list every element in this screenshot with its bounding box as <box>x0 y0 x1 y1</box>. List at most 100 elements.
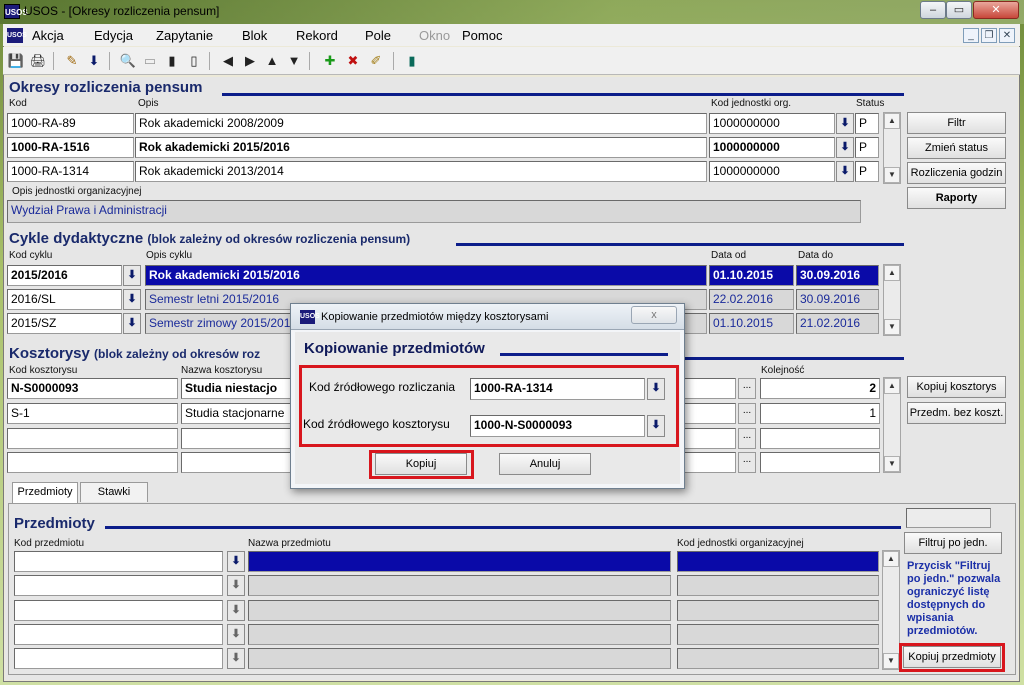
up-icon[interactable]: ▲ <box>263 52 281 70</box>
lov-arrow-icon[interactable]: ⬇ <box>123 289 141 310</box>
filtruj-po-jedn-button[interactable]: Filtruj po jedn. <box>904 532 1002 554</box>
source-rozliczenie-field[interactable]: 1000-RA-1314 <box>470 378 645 400</box>
kosztorys-kolejnosc-field[interactable] <box>760 428 880 449</box>
przedmioty-scrollbar[interactable]: ▲ ▼ <box>882 550 900 670</box>
okres-status-field[interactable]: P <box>855 113 879 134</box>
przedm-bez-koszt-button[interactable]: Przedm. bez koszt. <box>907 402 1006 424</box>
okres-kod-field[interactable]: 1000-RA-1314 <box>7 161 134 182</box>
exit-icon[interactable]: ▮ <box>403 52 421 70</box>
kosztorys-kod-field[interactable] <box>7 428 178 449</box>
okres-jednostka-field[interactable]: 1000000000 <box>709 137 835 158</box>
cykl-data-do-field[interactable]: 30.09.2016 <box>796 265 879 286</box>
okres-opis-field[interactable]: Rok akademicki 2015/2016 <box>135 137 707 158</box>
down-icon[interactable]: ▼ <box>285 52 303 70</box>
cykl-data-do-field[interactable]: 21.02.2016 <box>796 313 879 334</box>
scroll-down-icon[interactable]: ▼ <box>884 456 900 472</box>
dialog-close-button[interactable]: x <box>631 306 677 324</box>
next-record-icon[interactable]: ▶ <box>241 52 259 70</box>
okres-jednostka-field[interactable]: 1000000000 <box>709 161 835 182</box>
bars2-icon[interactable]: ▯ <box>185 52 203 70</box>
bars-icon[interactable]: ▮ <box>163 52 181 70</box>
scroll-down-icon[interactable]: ▼ <box>884 167 900 183</box>
okresy-scrollbar[interactable]: ▲ ▼ <box>883 112 901 184</box>
kosztorys-kod-field[interactable]: S-1 <box>7 403 178 424</box>
lov-arrow-icon[interactable]: ⬇ <box>227 624 245 645</box>
cykl-data-do-field[interactable]: 30.09.2016 <box>796 289 879 310</box>
kosztorys-kod-field[interactable] <box>7 452 178 473</box>
more-button[interactable]: ... <box>738 428 756 449</box>
przedmiot-jednostka-field[interactable] <box>677 600 879 621</box>
przedmiot-nazwa-field[interactable] <box>248 624 671 645</box>
more-button[interactable]: ... <box>738 403 756 424</box>
zmien-status-button[interactable]: Zmień status <box>907 137 1006 159</box>
erase-icon[interactable]: ✐ <box>367 52 385 70</box>
przedmiot-nazwa-field[interactable] <box>248 600 671 621</box>
kosztorys-kod-field[interactable]: N-S0000093 <box>7 378 178 399</box>
przedmiot-nazwa-field[interactable] <box>248 648 671 669</box>
kopiuj-kosztorys-button[interactable]: Kopiuj kosztorys <box>907 376 1006 398</box>
cykl-data-od-field[interactable]: 01.10.2015 <box>709 313 794 334</box>
kosztorys-kolejnosc-field[interactable]: 2 <box>760 378 880 399</box>
przedmiot-nazwa-field[interactable] <box>248 551 671 572</box>
lov-arrow-icon[interactable]: ⬇ <box>836 161 854 182</box>
cykl-opis-field[interactable]: Rok akademicki 2015/2016 <box>145 265 707 286</box>
mdi-usos-icon[interactable]: USOS <box>7 28 27 43</box>
scroll-down-icon[interactable]: ▼ <box>883 653 899 669</box>
anuluj-button[interactable]: Anuluj <box>499 453 591 475</box>
clear-icon[interactable]: ▭ <box>141 52 159 70</box>
rozliczenia-godzin-button[interactable]: Rozliczenia godzin <box>907 162 1006 184</box>
mdi-close-button[interactable]: ✕ <box>999 28 1015 43</box>
source-kosztorys-field[interactable]: 1000-N-S0000093 <box>470 415 645 437</box>
okres-kod-field[interactable]: 1000-RA-89 <box>7 113 134 134</box>
scroll-up-icon[interactable]: ▲ <box>884 378 900 394</box>
menu-edycja[interactable]: Edycja <box>94 28 133 43</box>
more-button[interactable]: ... <box>738 452 756 473</box>
prev-record-icon[interactable]: ◀ <box>219 52 237 70</box>
cykl-kod-field[interactable]: 2015/2016 <box>7 265 122 286</box>
cykle-scrollbar[interactable]: ▲ ▼ <box>883 264 901 336</box>
scroll-down-icon[interactable]: ▼ <box>884 319 900 335</box>
save-icon[interactable]: 💾 <box>7 52 25 70</box>
cykl-kod-field[interactable]: 2016/SL <box>7 289 122 310</box>
delete-record-icon[interactable]: ✖ <box>344 52 362 70</box>
mdi-minimize-button[interactable]: _ <box>963 28 979 43</box>
kosztorys-extra-field[interactable] <box>680 428 736 449</box>
kosztorys-extra-field[interactable] <box>680 378 736 399</box>
filtr-button[interactable]: Filtr <box>907 112 1006 134</box>
menu-akcja[interactable]: Akcja <box>32 28 64 43</box>
kosztorys-nazwa-field[interactable]: Studia stacjonarne <box>181 403 291 424</box>
lov-arrow-icon[interactable]: ⬇ <box>227 575 245 596</box>
kosztorysy-scrollbar[interactable]: ▲ ▼ <box>883 377 901 473</box>
download-icon[interactable]: ⬇ <box>85 52 103 70</box>
tab-stawki[interactable]: Stawki <box>80 482 148 502</box>
lov-arrow-icon[interactable]: ⬇ <box>227 551 245 572</box>
edit-icon[interactable]: ✎ <box>63 52 81 70</box>
lov-arrow-icon[interactable]: ⬇ <box>647 378 665 400</box>
przedmiot-jednostka-field[interactable] <box>677 624 879 645</box>
przedmiot-jednostka-field[interactable] <box>677 648 879 669</box>
lov-arrow-icon[interactable]: ⬇ <box>836 113 854 134</box>
przedmiot-kod-field[interactable] <box>14 600 223 621</box>
menu-pole[interactable]: Pole <box>365 28 391 43</box>
przedmiot-nazwa-field[interactable] <box>248 575 671 596</box>
przedmiot-jednostka-field[interactable] <box>677 575 879 596</box>
menu-pomoc[interactable]: Pomoc <box>462 28 502 43</box>
more-button[interactable]: ... <box>738 378 756 399</box>
tab-przedmioty[interactable]: Przedmioty <box>12 482 78 504</box>
okres-status-field[interactable]: P <box>855 161 879 182</box>
raporty-button[interactable]: Raporty <box>907 187 1006 209</box>
menu-blok[interactable]: Blok <box>242 28 267 43</box>
cykl-data-od-field[interactable]: 01.10.2015 <box>709 265 794 286</box>
przedmiot-kod-field[interactable] <box>14 551 223 572</box>
cykl-kod-field[interactable]: 2015/SZ <box>7 313 122 334</box>
add-record-icon[interactable]: ✚ <box>321 52 339 70</box>
menu-rekord[interactable]: Rekord <box>296 28 338 43</box>
przedmiot-jednostka-field[interactable] <box>677 551 879 572</box>
cykl-data-od-field[interactable]: 22.02.2016 <box>709 289 794 310</box>
close-window-button[interactable]: ✕ <box>973 1 1019 19</box>
kosztorys-kolejnosc-field[interactable] <box>760 452 880 473</box>
lov-arrow-icon[interactable]: ⬇ <box>836 137 854 158</box>
kosztorys-extra-field[interactable] <box>680 403 736 424</box>
lov-arrow-icon[interactable]: ⬇ <box>647 415 665 437</box>
okres-jednostka-field[interactable]: 1000000000 <box>709 113 835 134</box>
